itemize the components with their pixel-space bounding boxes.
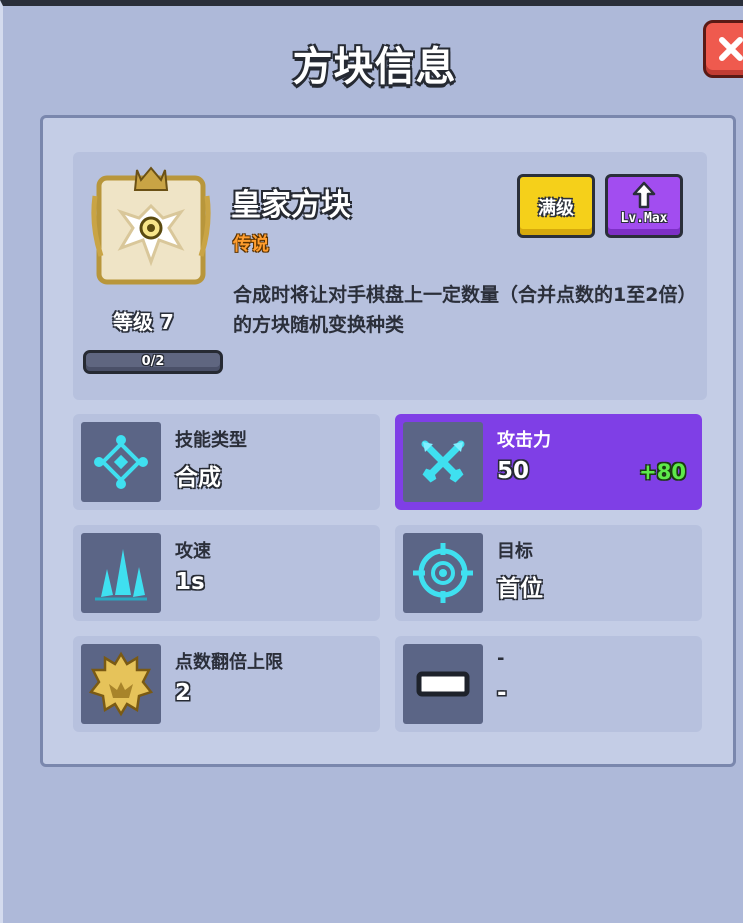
lv-max-button[interactable]: Lv.Max	[605, 174, 683, 238]
block-name: 皇家方块	[231, 188, 351, 223]
stat-label: 技能类型	[175, 430, 247, 451]
max-level-label: 满级	[538, 198, 574, 219]
stat-value: 首位	[497, 576, 543, 602]
block-info-window: 方块信息 等级 7 0/2 皇家方块 传说 合成时将让对手棋盘上一定数量（合并点…	[0, 0, 743, 923]
stat-value: 50	[497, 458, 530, 484]
stat-label: 目标	[497, 541, 533, 562]
stat-label: 点数翻倍上限	[175, 652, 283, 673]
crossed-swords-icon	[403, 422, 483, 502]
lv-max-label: Lv.Max	[620, 211, 668, 226]
stat-label: 攻击力	[497, 430, 551, 451]
up-arrow-icon	[632, 181, 656, 209]
stat-attack-speed: 攻速 1s	[73, 525, 380, 621]
attack-bonus: +80	[639, 460, 686, 484]
diamond-nodes-icon	[81, 422, 161, 502]
max-level-button[interactable]: 满级	[517, 174, 595, 238]
block-header-card: 等级 7 0/2 皇家方块 传说 合成时将让对手棋盘上一定数量（合并点数的1至2…	[73, 152, 707, 400]
arrows-icon	[81, 533, 161, 613]
stat-value: 1s	[175, 569, 205, 595]
window-title: 方块信息	[292, 44, 457, 90]
close-button[interactable]	[703, 20, 743, 78]
stat-attack: 攻击力 50 +80	[395, 414, 702, 510]
stat-label: 攻速	[175, 541, 211, 562]
close-icon	[719, 37, 743, 61]
stat-empty: - -	[395, 636, 702, 732]
stat-double-limit: 点数翻倍上限 2	[73, 636, 380, 732]
dash-icon	[403, 644, 483, 724]
stat-target: 目标 首位	[395, 525, 702, 621]
progress-text: 0/2	[141, 354, 165, 369]
stat-value: 2	[175, 680, 192, 706]
block-level: 等级 7	[113, 310, 174, 334]
gold-crest-icon	[81, 644, 161, 724]
stat-skill-type: 技能类型 合成	[73, 414, 380, 510]
stat-value: 合成	[175, 465, 221, 491]
rarity-label: 传说	[233, 234, 269, 255]
royal-crest-icon	[89, 166, 213, 286]
info-panel: 等级 7 0/2 皇家方块 传说 合成时将让对手棋盘上一定数量（合并点数的1至2…	[40, 115, 736, 767]
crosshair-icon	[403, 533, 483, 613]
stat-label: -	[497, 648, 505, 669]
stat-value: -	[497, 680, 507, 706]
level-progress-bar: 0/2	[83, 350, 223, 374]
block-description: 合成时将让对手棋盘上一定数量（合并点数的1至2倍）的方块随机变换种类	[233, 284, 687, 336]
